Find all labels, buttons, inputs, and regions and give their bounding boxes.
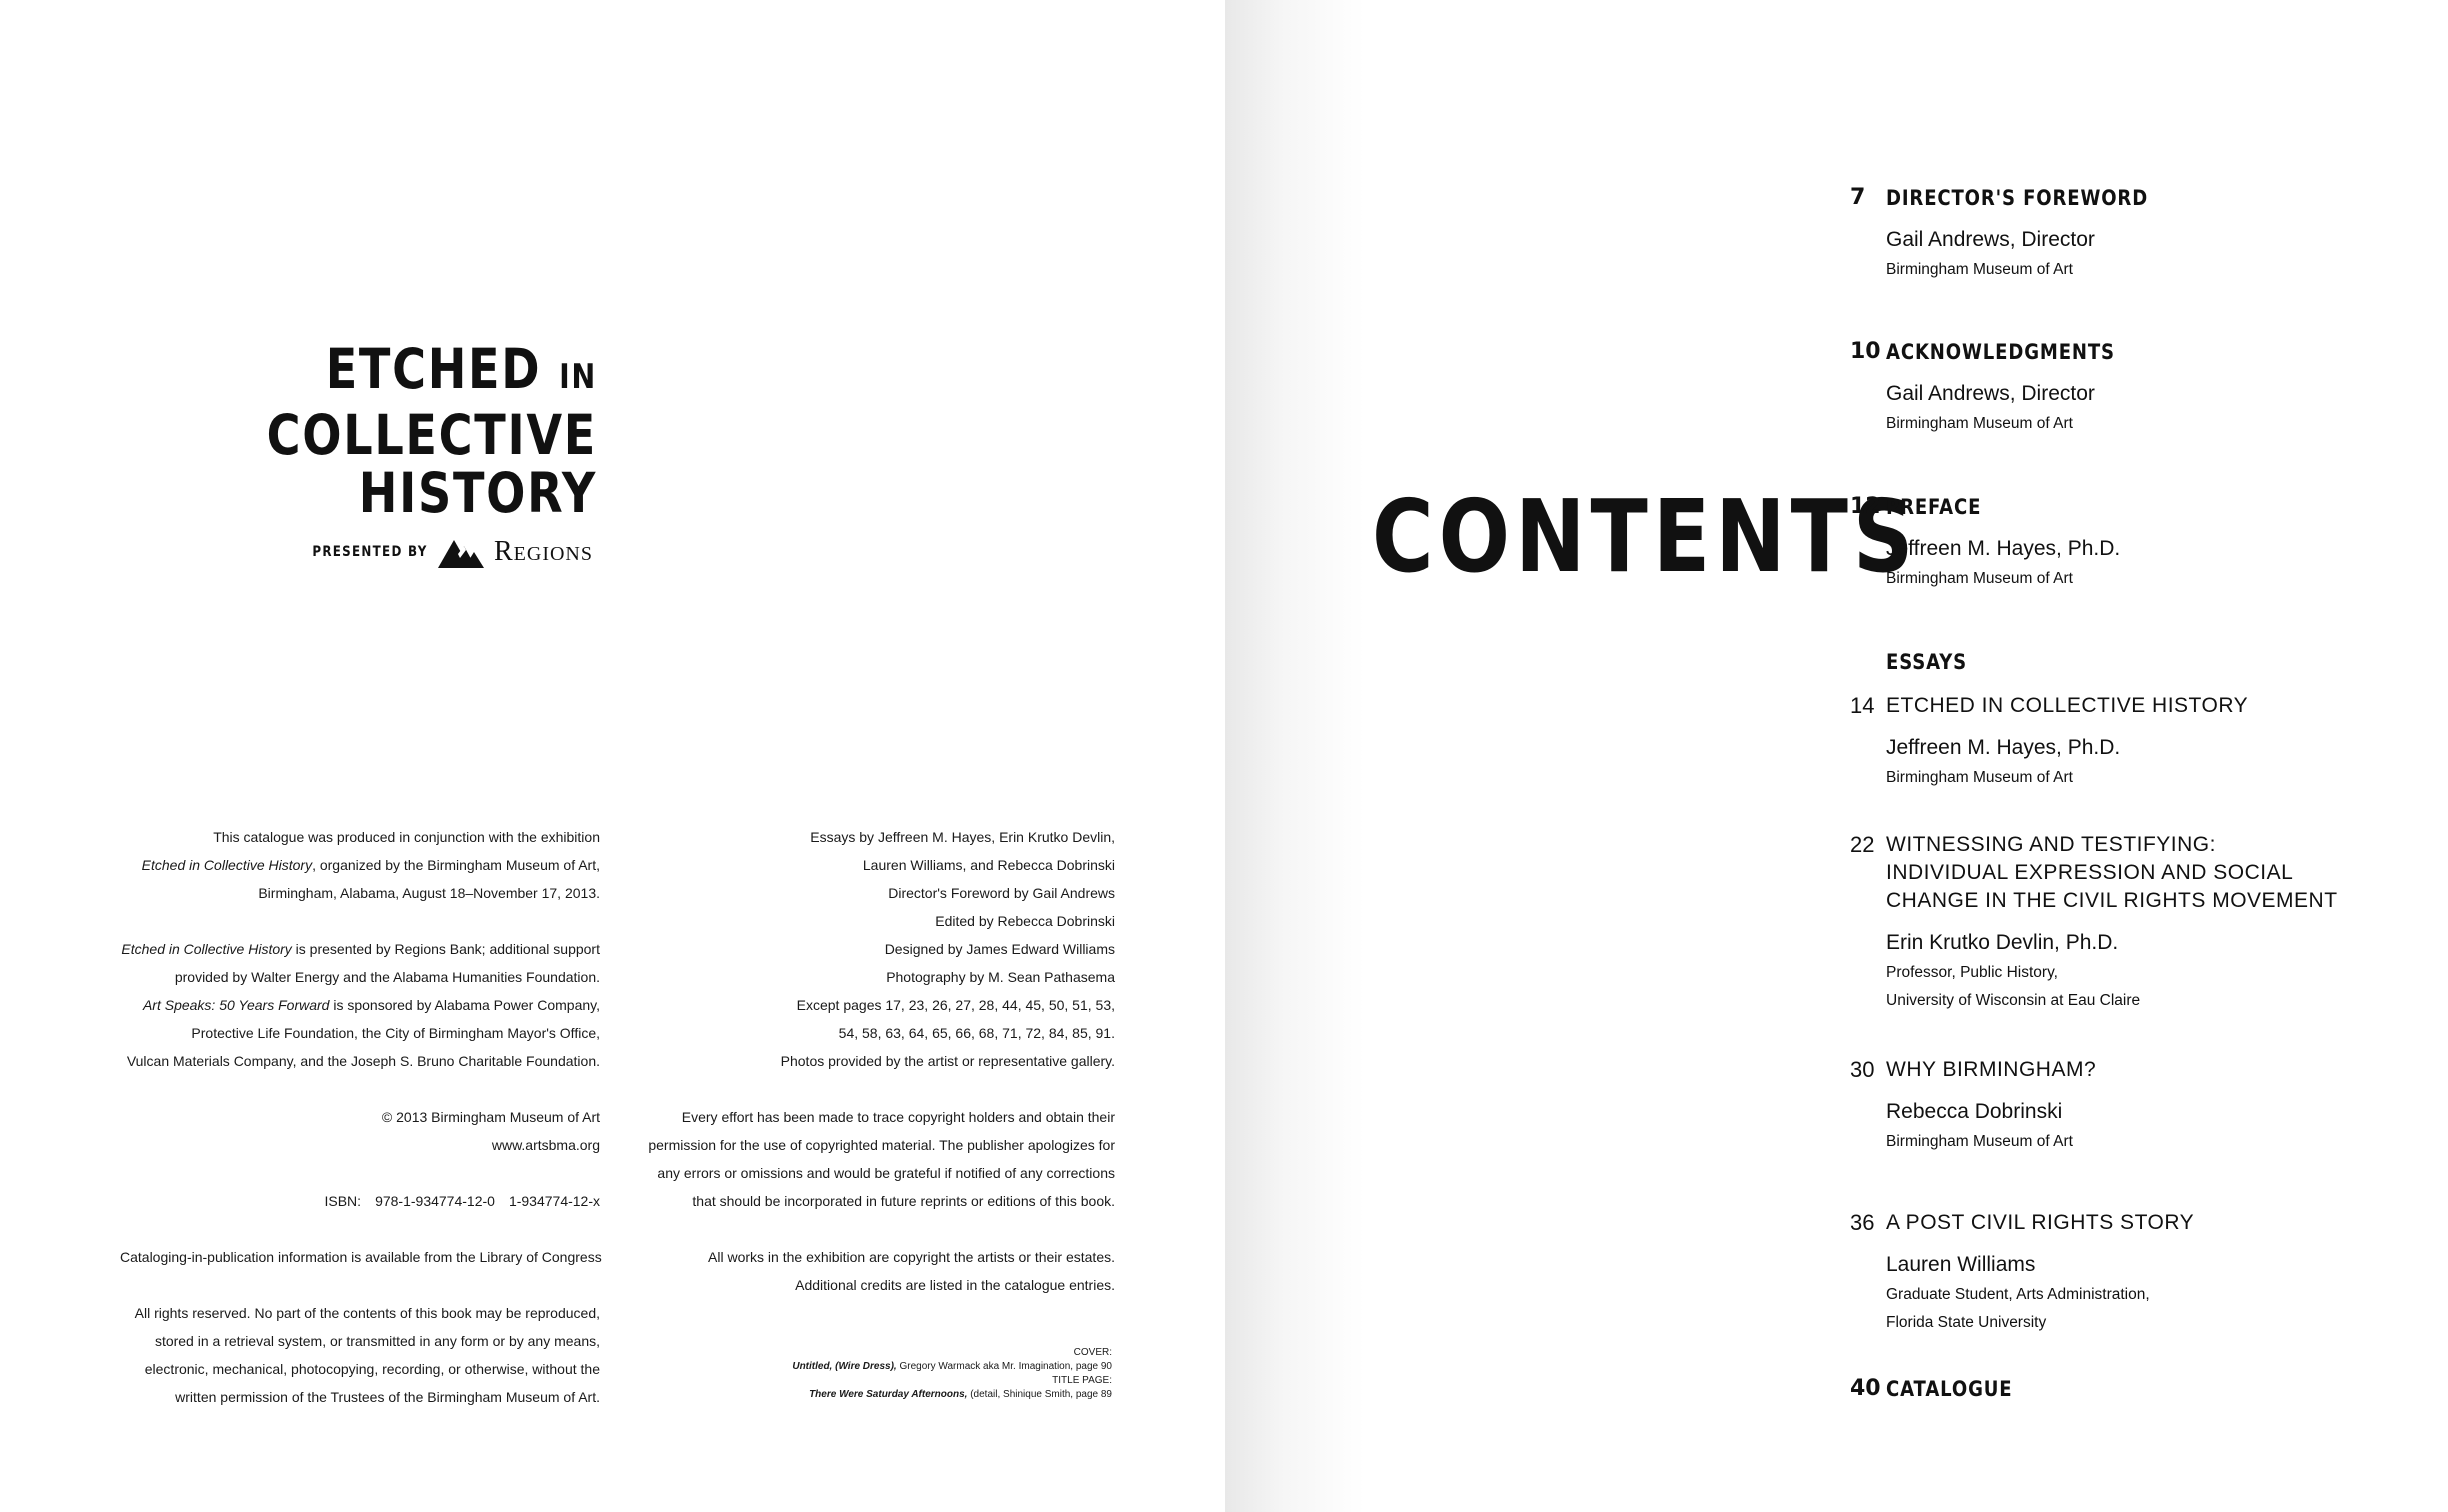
colophon-mid-line: any errors or omissions and would be gra… [657, 1165, 1115, 1181]
toc-page-number: 7 [1850, 185, 1866, 210]
toc-title: DIRECTOR'S FOREWORD [1886, 186, 2149, 210]
toc-affiliation: University of Wisconsin at Eau Claire [1886, 992, 2141, 1009]
toc-page-number: 10 [1850, 339, 1881, 364]
colophon-mid-line: All works in the exhibition are copyrigh… [708, 1249, 1115, 1265]
toc-title: CHANGE IN THE CIVIL RIGHTS MOVEMENT [1886, 889, 2338, 912]
toc-affiliation: Birmingham Museum of Art [1886, 261, 2073, 278]
toc-title: CATALOGUE [1886, 1377, 2013, 1401]
toc-title: PREFACE [1886, 495, 1982, 519]
toc-affiliation: Professor, Public History, [1886, 964, 2058, 981]
toc-affiliation: Birmingham Museum of Art [1886, 769, 2073, 786]
colophon-left-line: Etched in Collective History, organized … [141, 857, 600, 873]
colophon-left-line: Art Speaks: 50 Years Forward is sponsore… [142, 997, 600, 1013]
toc-title: WHY BIRMINGHAM? [1886, 1058, 2097, 1081]
toc-author: Lauren Williams [1886, 1253, 2036, 1276]
toc-author: Gail Andrews, Director [1886, 228, 2095, 251]
toc-affiliation: Graduate Student, Arts Administration, [1886, 1286, 2150, 1303]
toc-affiliation: Florida State University [1886, 1314, 2047, 1331]
colophon-left-line: electronic, mechanical, photocopying, re… [144, 1361, 600, 1377]
colophon-mid-line: Every effort has been made to trace copy… [681, 1109, 1115, 1125]
colophon-left-line: stored in a retrieval system, or transmi… [154, 1333, 600, 1349]
colophon-left-line: All rights reserved. No part of the cont… [134, 1305, 600, 1321]
colophon-mid-line: Additional credits are listed in the cat… [795, 1277, 1115, 1293]
sponsor-name: Regions [493, 536, 593, 567]
colophon-left-line: provided by Walter Energy and the Alabam… [174, 969, 600, 985]
toc-title: ACKNOWLEDGMENTS [1886, 340, 2115, 364]
colophon-left-line: Birmingham, Alabama, August 18–November … [258, 885, 600, 901]
title-page-credit-line: There Were Saturday Afternoons, (detail,… [809, 1389, 1112, 1400]
toc-page-number: 36 [1850, 1210, 1875, 1235]
colophon-left-line: Etched in Collective History is presente… [121, 941, 600, 957]
toc-affiliation: Birmingham Museum of Art [1886, 415, 2073, 432]
colophon-mid-line: Lauren Williams, and Rebecca Dobrinski [862, 857, 1115, 873]
toc-page-number: 12 [1850, 494, 1881, 519]
toc-affiliation: Birmingham Museum of Art [1886, 1133, 2073, 1150]
colophon-mid-line: Photography by M. Sean Pathasema [886, 969, 1115, 985]
cover-label: COVER: [1073, 1347, 1112, 1358]
title-line-1: ETCHED IN [325, 337, 597, 401]
colophon-mid-line: Director's Foreword by Gail Andrews [888, 885, 1115, 901]
toc-page-number: 40 [1850, 1376, 1881, 1401]
colophon-mid-line: Except pages 17, 23, 26, 27, 28, 44, 45,… [796, 997, 1115, 1013]
right-page [1225, 0, 2448, 1512]
cover-credit-line: Untitled, (Wire Dress), Gregory Warmack … [792, 1361, 1112, 1372]
colophon-mid-line: Photos provided by the artist or represe… [780, 1053, 1115, 1069]
contents-heading: CONTENTS [1372, 478, 1919, 595]
toc-title: INDIVIDUAL EXPRESSION AND SOCIAL [1886, 861, 2294, 884]
toc-page-number: 30 [1850, 1057, 1875, 1082]
toc-page-number: 14 [1850, 693, 1875, 718]
colophon-left-line: © 2013 Birmingham Museum of Art [381, 1109, 600, 1125]
toc-affiliation: Birmingham Museum of Art [1886, 570, 2073, 587]
toc-author: Rebecca Dobrinski [1886, 1100, 2063, 1123]
book-title: ETCHED IN COLLECTIVE HISTORY [197, 340, 597, 522]
colophon-mid-line: that should be incorporated in future re… [692, 1193, 1115, 1209]
colophon-mid-line: Designed by James Edward Williams [884, 941, 1115, 957]
sponsor-line: PRESENTED BY Regions [193, 536, 593, 568]
title-page-label: TITLE PAGE: [1052, 1375, 1112, 1386]
colophon-mid-line: 54, 58, 63, 64, 65, 66, 68, 71, 72, 84, … [838, 1025, 1115, 1041]
colophon-left-line: written permission of the Trustees of th… [175, 1389, 600, 1405]
toc-author: Jeffreen M. Hayes, Ph.D. [1886, 537, 2121, 560]
colophon-left-line: This catalogue was produced in conjuncti… [213, 829, 600, 845]
toc-page-number: 22 [1850, 832, 1875, 857]
title-line-3: HISTORY [358, 461, 597, 525]
colophon-left-line: Vulcan Materials Company, and the Joseph… [126, 1053, 600, 1069]
regions-logo-icon [437, 536, 484, 568]
toc-section-label: ESSAYS [1886, 650, 1968, 674]
title-line-2: COLLECTIVE [266, 403, 597, 467]
colophon-mid-line: Essays by Jeffreen M. Hayes, Erin Krutko… [810, 829, 1115, 845]
toc-title: A POST CIVIL RIGHTS STORY [1886, 1211, 2195, 1234]
isbn-line: ISBN: 978-1-934774-12-0 1-934774-12-x [324, 1193, 600, 1209]
colophon-mid-line: Edited by Rebecca Dobrinski [935, 913, 1115, 929]
left-page: ETCHED IN COLLECTIVE HISTORY PRESENTED B… [0, 0, 1225, 1512]
colophon-mid-line: permission for the use of copyrighted ma… [648, 1137, 1115, 1153]
colophon-left-line: www.artsbma.org [491, 1137, 600, 1153]
toc-author: Erin Krutko Devlin, Ph.D. [1886, 931, 2119, 954]
toc-author: Jeffreen M. Hayes, Ph.D. [1886, 736, 2121, 759]
colophon-left-column: This catalogue was produced in conjuncti… [120, 823, 602, 1411]
colophon-left-line: Cataloging-in-publication information is… [120, 1249, 602, 1265]
colophon-left-line: Protective Life Foundation, the City of … [191, 1025, 600, 1041]
presented-by-label: PRESENTED BY [312, 544, 428, 560]
toc-title: ETCHED IN COLLECTIVE HISTORY [1886, 694, 2249, 717]
cover-credits: COVER: Untitled, (Wire Dress), Gregory W… [640, 1346, 1112, 1402]
colophon-mid-column: Essays by Jeffreen M. Hayes, Erin Krutko… [640, 823, 1115, 1299]
toc-title: WITNESSING AND TESTIFYING: [1886, 833, 2216, 856]
toc-author: Gail Andrews, Director [1886, 382, 2095, 405]
